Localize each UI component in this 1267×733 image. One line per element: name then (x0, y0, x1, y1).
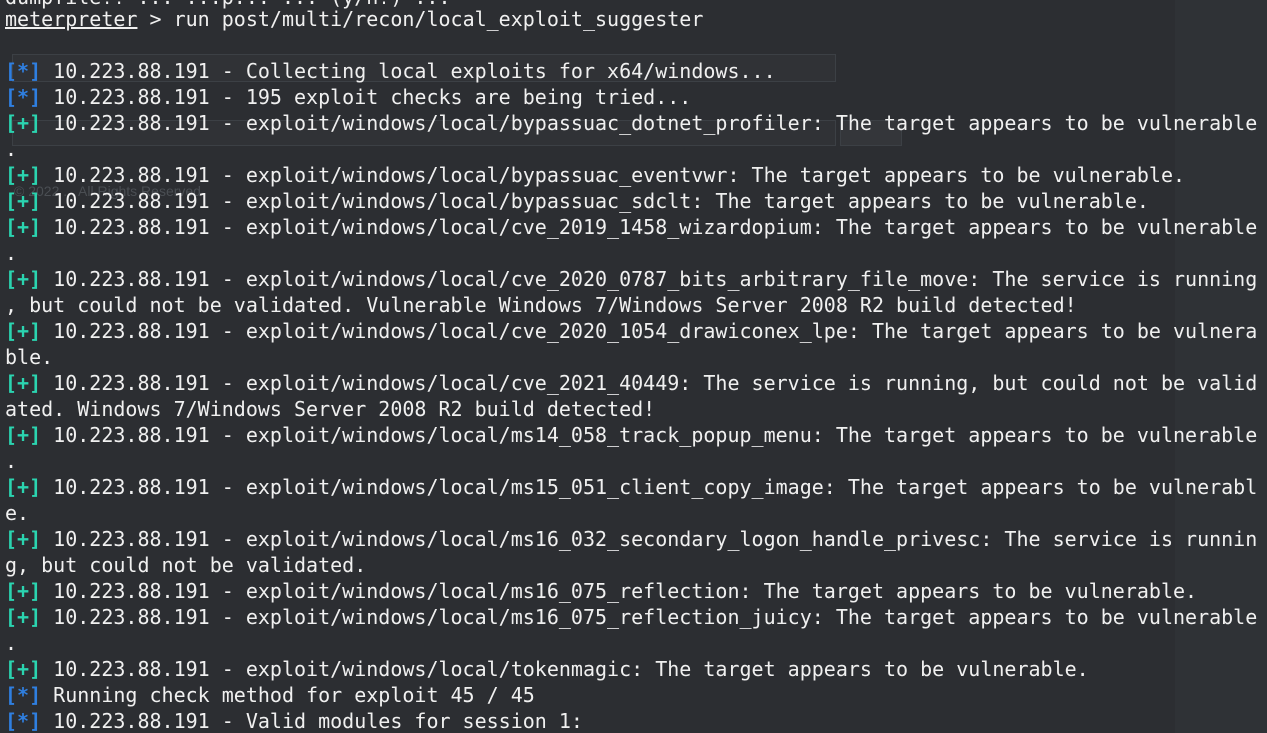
output-line: [+] 10.223.88.191 - exploit/windows/loca… (5, 604, 1257, 630)
output-text: 10.223.88.191 - exploit/windows/local/ms… (41, 423, 1257, 447)
output-text: . (5, 449, 18, 473)
output-text: Running check method for exploit 45 / 45 (41, 683, 535, 707)
output-text: . (5, 137, 18, 161)
output-line: [*] 10.223.88.191 - Collecting local exp… (5, 58, 1257, 84)
output-text: 10.223.88.191 - exploit/windows/local/ms… (41, 527, 1257, 551)
success-status-marker: [+] (5, 319, 42, 343)
output-lines: [*] 10.223.88.191 - Collecting local exp… (5, 58, 1257, 733)
prompt-command: run post/multi/recon/local_exploit_sugge… (173, 7, 704, 31)
output-text: 10.223.88.191 - exploit/windows/local/ms… (41, 475, 1257, 499)
info-status-marker: [*] (5, 59, 42, 83)
output-line-continuation: . (5, 240, 1257, 266)
output-text: g, but could not be validated. (5, 553, 367, 577)
output-text: 10.223.88.191 - exploit/windows/local/cv… (41, 371, 1257, 395)
output-text: , but could not be validated. Vulnerable… (5, 293, 1077, 317)
output-line-continuation: e. (5, 500, 1257, 526)
output-line: [+] 10.223.88.191 - exploit/windows/loca… (5, 188, 1257, 214)
output-text: 10.223.88.191 - exploit/windows/local/cv… (41, 319, 1257, 343)
output-text: 10.223.88.191 - exploit/windows/local/to… (41, 657, 1089, 681)
success-status-marker: [+] (5, 475, 42, 499)
output-text: . (5, 241, 18, 265)
success-status-marker: [+] (5, 423, 42, 447)
output-line-continuation: , but could not be validated. Vulnerable… (5, 292, 1257, 318)
output-text: 10.223.88.191 - exploit/windows/local/by… (41, 163, 1186, 187)
output-line: [+] 10.223.88.191 - exploit/windows/loca… (5, 214, 1257, 240)
command-prompt-line: meterpreter > run post/multi/recon/local… (5, 6, 1257, 32)
output-line: [+] 10.223.88.191 - exploit/windows/loca… (5, 422, 1257, 448)
output-text: 10.223.88.191 - exploit/windows/local/ms… (41, 579, 1198, 603)
output-line: [+] 10.223.88.191 - exploit/windows/loca… (5, 266, 1257, 292)
prompt-name: meterpreter (5, 7, 138, 31)
output-line: [+] 10.223.88.191 - exploit/windows/loca… (5, 526, 1257, 552)
output-text: 10.223.88.191 - Valid modules for sessio… (41, 709, 583, 733)
output-text: 10.223.88.191 - exploit/windows/local/cv… (41, 215, 1257, 239)
output-line: [*] 10.223.88.191 - Valid modules for se… (5, 708, 1257, 733)
output-line: [+] 10.223.88.191 - exploit/windows/loca… (5, 162, 1257, 188)
output-text: . (5, 631, 18, 655)
output-line-continuation: g, but could not be validated. (5, 552, 1257, 578)
output-line-continuation: . (5, 630, 1257, 656)
output-line: [+] 10.223.88.191 - exploit/windows/loca… (5, 370, 1257, 396)
success-status-marker: [+] (5, 215, 42, 239)
output-line-continuation: ated. Windows 7/Windows Server 2008 R2 b… (5, 396, 1257, 422)
output-text: 10.223.88.191 - exploit/windows/local/ms… (41, 605, 1257, 629)
info-status-marker: [*] (5, 709, 42, 733)
terminal-output: meterpreter > run post/multi/recon/local… (5, 0, 1257, 733)
output-text: 10.223.88.191 - Collecting local exploit… (41, 59, 776, 83)
prompt-separator: > (137, 7, 174, 31)
output-text: 10.223.88.191 - exploit/windows/local/cv… (41, 267, 1257, 291)
output-text: ated. Windows 7/Windows Server 2008 R2 b… (5, 397, 656, 421)
output-text: e. (5, 501, 30, 525)
info-status-marker: [*] (5, 85, 42, 109)
output-line: [*] 10.223.88.191 - 195 exploit checks a… (5, 84, 1257, 110)
output-line: [+] 10.223.88.191 - exploit/windows/loca… (5, 110, 1257, 136)
output-text: ble. (5, 345, 54, 369)
terminal-window[interactable]: © 2022 ... All Rights Reserved dumpfile?… (0, 0, 1267, 733)
success-status-marker: [+] (5, 605, 42, 629)
output-line: [+] 10.223.88.191 - exploit/windows/loca… (5, 578, 1257, 604)
output-text: 10.223.88.191 - 195 exploit checks are b… (41, 85, 692, 109)
success-status-marker: [+] (5, 657, 42, 681)
success-status-marker: [+] (5, 189, 42, 213)
success-status-marker: [+] (5, 111, 42, 135)
output-line: [+] 10.223.88.191 - exploit/windows/loca… (5, 656, 1257, 682)
output-line: [+] 10.223.88.191 - exploit/windows/loca… (5, 474, 1257, 500)
success-status-marker: [+] (5, 527, 42, 551)
output-line-continuation: ble. (5, 344, 1257, 370)
output-line: [+] 10.223.88.191 - exploit/windows/loca… (5, 318, 1257, 344)
output-line-continuation: . (5, 136, 1257, 162)
output-line-continuation: . (5, 448, 1257, 474)
success-status-marker: [+] (5, 371, 42, 395)
info-status-marker: [*] (5, 683, 42, 707)
output-text: 10.223.88.191 - exploit/windows/local/by… (41, 189, 1149, 213)
success-status-marker: [+] (5, 579, 42, 603)
success-status-marker: [+] (5, 163, 42, 187)
output-line: [*] Running check method for exploit 45 … (5, 682, 1257, 708)
output-text: 10.223.88.191 - exploit/windows/local/by… (41, 111, 1257, 135)
success-status-marker: [+] (5, 267, 42, 291)
